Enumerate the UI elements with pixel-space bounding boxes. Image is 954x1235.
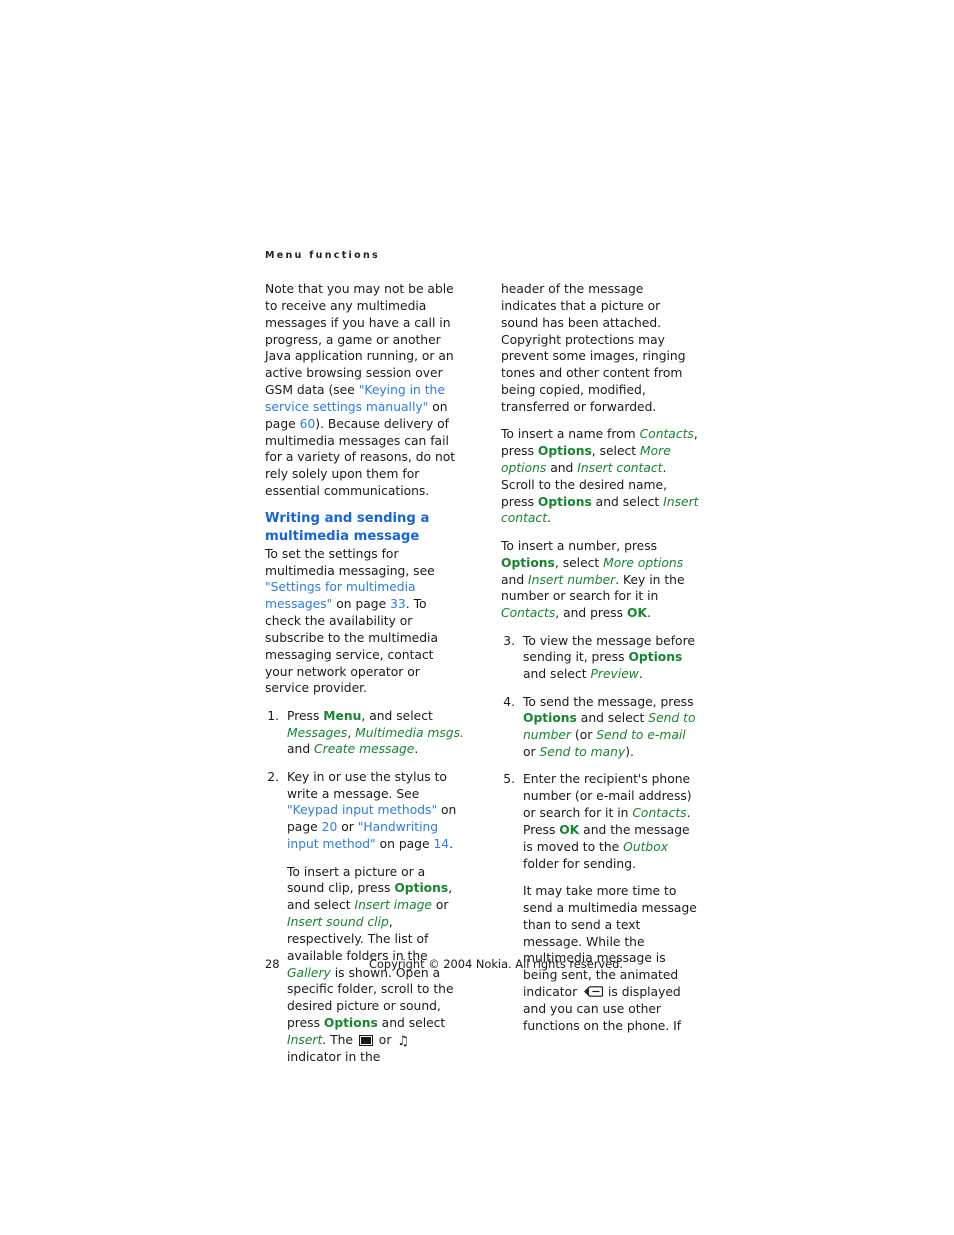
right-column: header of the message indicates that a p… bbox=[501, 281, 701, 1045]
step4-text-1: To send the message, press bbox=[523, 694, 694, 709]
step5b-text-1: It may take more time to send a multimed… bbox=[523, 884, 697, 1000]
key-options: Options bbox=[501, 555, 555, 570]
step5-text-4: folder for sending. bbox=[523, 856, 636, 871]
insertname-text-3: , select bbox=[591, 444, 641, 459]
settings-text-2: on page bbox=[332, 597, 391, 612]
section-title-writing-sending-mms: Writing and sending a multimedia message bbox=[265, 511, 430, 545]
step1-text-3: , bbox=[347, 725, 356, 740]
copyright-notice: Copyright © 2004 Nokia. All rights reser… bbox=[368, 957, 624, 971]
insertnum-text-5: , and press bbox=[555, 606, 627, 621]
step1-text-4: and bbox=[287, 742, 315, 757]
menu-item-insert-contact: Insert contact bbox=[577, 460, 663, 475]
step2b-text-8: or bbox=[374, 1032, 396, 1047]
menu-item-contacts: Contacts bbox=[632, 806, 687, 821]
step1-text-1: Press bbox=[287, 708, 324, 723]
intro-paragraph: Note that you may not be able to receive… bbox=[265, 281, 465, 500]
link-keypad-input-methods[interactable]: "Keypad input methods" bbox=[287, 803, 437, 817]
list-item: 3. To view the message before sending it… bbox=[501, 633, 701, 684]
music-note-icon: ♫ bbox=[397, 1033, 409, 1049]
menu-item-insert-sound-clip: Insert sound clip bbox=[287, 915, 389, 930]
key-ok: OK bbox=[559, 822, 580, 837]
step-number: 5. bbox=[503, 772, 515, 787]
step1-text-5: . bbox=[414, 742, 419, 757]
menu-item-contacts: Contacts bbox=[639, 427, 694, 442]
key-options: Options bbox=[523, 711, 577, 726]
step2b-text-7: . The bbox=[322, 1032, 357, 1047]
menu-item-send-to-e-mail: Send to e-mail bbox=[596, 728, 686, 743]
key-menu: Menu bbox=[323, 708, 362, 723]
settings-text-3: . To check the availability or subscribe… bbox=[265, 597, 438, 696]
step3-text-3: . bbox=[638, 667, 643, 682]
step2-text-1: Key in or use the stylus to write a mess… bbox=[287, 769, 447, 801]
menu-item-insert-image: Insert image bbox=[354, 898, 432, 913]
step-number: 1. bbox=[267, 708, 279, 723]
step-number: 3. bbox=[503, 633, 515, 648]
insertname-text-4: and bbox=[546, 460, 578, 475]
menu-item-create-message: Create message bbox=[314, 742, 415, 757]
list-item: 5. Enter the recipient's phone number (o… bbox=[501, 771, 701, 1034]
insertname-text-1: To insert a name from bbox=[501, 427, 640, 442]
document-page: Menu functions Note that you may not be … bbox=[0, 0, 954, 1235]
key-options: Options bbox=[537, 444, 592, 459]
step2b-text-3: or bbox=[431, 898, 449, 913]
menu-item-multimedia-msgs: Multimedia msgs. bbox=[355, 725, 464, 740]
page-ref-14[interactable]: 14 bbox=[433, 837, 449, 851]
step2-text-5: . bbox=[449, 837, 454, 852]
list-item: 4. To send the message, press Options an… bbox=[501, 694, 701, 761]
step1-text-2: , and select bbox=[361, 708, 433, 723]
step4-text-5: ). bbox=[625, 745, 634, 760]
list-item: 1. Press Menu, and select Messages, Mult… bbox=[265, 708, 465, 759]
intro-text-1: Note that you may not be able to receive… bbox=[265, 282, 454, 398]
insertname-text-7: . bbox=[547, 511, 551, 526]
step3-text-2: and select bbox=[523, 667, 591, 682]
insertnum-text-3: and bbox=[501, 572, 529, 587]
menu-item-insert-number: Insert number bbox=[528, 572, 616, 587]
key-options: Options bbox=[628, 650, 683, 665]
settings-text-1: To set the settings for multimedia messa… bbox=[265, 546, 435, 578]
insertnum-text-1: To insert a number, press bbox=[501, 538, 658, 553]
step2b-text-6: and select bbox=[377, 1016, 446, 1031]
step-1-text: Press Menu, and select Messages, Multime… bbox=[287, 708, 465, 759]
insertnum-text-6: . bbox=[646, 606, 651, 621]
page-ref-60[interactable]: 60 bbox=[300, 417, 316, 431]
page-ref-33[interactable]: 33 bbox=[390, 597, 406, 611]
insertnum-text-2: , select bbox=[554, 555, 604, 570]
step-number: 2. bbox=[267, 769, 279, 784]
menu-item-preview: Preview bbox=[590, 667, 639, 682]
picture-indicator-icon bbox=[358, 1034, 373, 1046]
menu-item-insert: Insert bbox=[287, 1032, 323, 1047]
insertname-text-6: and select bbox=[591, 494, 664, 509]
step2-text-4: on page bbox=[375, 837, 434, 852]
key-options: Options bbox=[394, 881, 449, 896]
step-2-paragraph-1: Key in or use the stylus to write a mess… bbox=[287, 769, 465, 853]
step-3-text: To view the message before sending it, p… bbox=[523, 633, 701, 684]
key-options: Options bbox=[537, 494, 592, 509]
left-steps-list: 1. Press Menu, and select Messages, Mult… bbox=[265, 708, 465, 1066]
page-ref-20[interactable]: 20 bbox=[322, 820, 338, 834]
menu-item-outbox: Outbox bbox=[623, 839, 669, 854]
continued-paragraph: header of the message indicates that a p… bbox=[501, 282, 686, 414]
menu-item-send-to-many: Send to many bbox=[539, 745, 626, 760]
step-number: 4. bbox=[503, 694, 515, 709]
settings-paragraph: To set the settings for multimedia messa… bbox=[265, 546, 465, 698]
sending-envelope-icon bbox=[584, 986, 604, 997]
step-5-paragraph-1: Enter the recipient's phone number (or e… bbox=[523, 771, 701, 872]
right-steps-list: 3. To view the message before sending it… bbox=[501, 633, 701, 1035]
insert-number-paragraph: To insert a number, press Options, selec… bbox=[501, 538, 701, 622]
menu-item-messages: Messages bbox=[287, 725, 348, 740]
step-4-text: To send the message, press Options and s… bbox=[523, 694, 701, 761]
key-ok: OK bbox=[627, 606, 647, 621]
step4-text-2: and select bbox=[576, 711, 649, 726]
running-head: Menu functions bbox=[265, 250, 380, 261]
list-item: 2. Key in or use the stylus to write a m… bbox=[265, 769, 465, 1066]
menu-item-more-options: More options bbox=[603, 555, 684, 570]
key-options: Options bbox=[323, 1016, 378, 1031]
step2b-text-9: indicator in the bbox=[287, 1049, 381, 1064]
insert-name-paragraph: To insert a name from Contacts, press Op… bbox=[501, 426, 701, 527]
step4-text-4: or bbox=[523, 745, 540, 760]
step4-text-3: (or bbox=[571, 728, 597, 743]
menu-item-contacts: Contacts bbox=[501, 606, 556, 621]
step2-text-3: or bbox=[337, 820, 358, 835]
